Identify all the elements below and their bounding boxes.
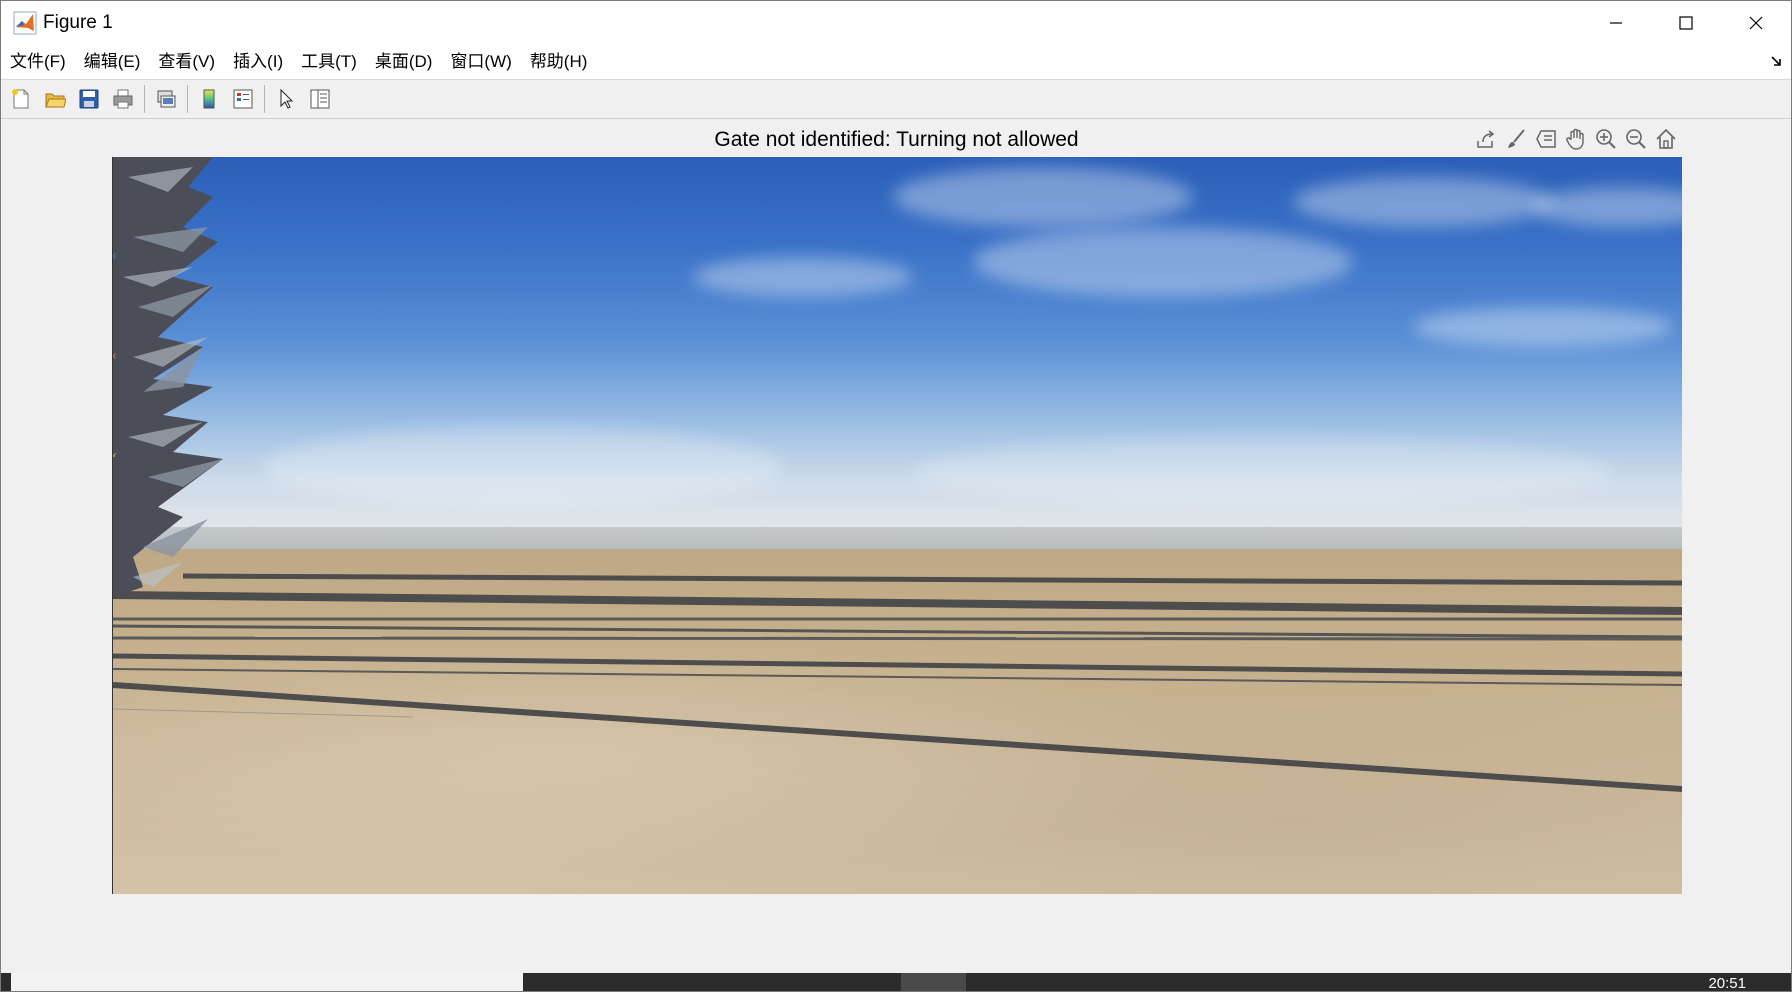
figure-window: Figure 1 文件(F) 编辑(E) 查看(V) 插入(I) 工具(T) 桌… bbox=[0, 0, 1792, 992]
data-tips-button[interactable] bbox=[1531, 124, 1561, 154]
svg-text:×: × bbox=[112, 451, 117, 457]
insert-legend-button[interactable] bbox=[228, 84, 258, 114]
close-icon bbox=[1749, 16, 1763, 30]
edit-plot-icon bbox=[280, 88, 294, 109]
print-icon bbox=[113, 89, 133, 109]
data-tips-icon bbox=[1536, 130, 1556, 148]
matlab-logo-icon bbox=[13, 11, 37, 35]
toolbar-separator bbox=[187, 85, 188, 113]
export-icon bbox=[1477, 130, 1495, 148]
insert-colorbar-icon bbox=[203, 89, 215, 109]
brush-icon bbox=[1508, 129, 1525, 148]
svg-text:×: × bbox=[112, 351, 117, 362]
tree bbox=[113, 157, 223, 597]
property-inspector-icon bbox=[310, 89, 330, 109]
save-button[interactable] bbox=[74, 84, 104, 114]
svg-text:×: × bbox=[112, 251, 117, 262]
taskbar-search-box[interactable] bbox=[11, 973, 523, 991]
axis-markers: × × × bbox=[112, 251, 117, 457]
save-icon bbox=[79, 89, 99, 109]
menu-edit[interactable]: 编辑(E) bbox=[75, 45, 150, 79]
dock-figure-icon[interactable] bbox=[1769, 54, 1783, 68]
figure-canvas: Gate not identified: Turning not allowed bbox=[1, 119, 1791, 973]
insert-legend-icon bbox=[233, 89, 253, 109]
home-button[interactable] bbox=[1651, 124, 1681, 154]
menu-insert[interactable]: 插入(I) bbox=[224, 45, 292, 79]
scene-view[interactable]: × × × bbox=[112, 157, 1682, 894]
pan-button[interactable] bbox=[1561, 124, 1591, 154]
axes-toolbar bbox=[1471, 123, 1681, 155]
sky bbox=[113, 157, 1682, 527]
runway-lines bbox=[113, 573, 1682, 792]
window-title: Figure 1 bbox=[43, 12, 113, 33]
new-figure-button[interactable] bbox=[6, 84, 36, 114]
menu-bar: 文件(F) 编辑(E) 查看(V) 插入(I) 工具(T) 桌面(D) 窗口(W… bbox=[1, 45, 1791, 80]
toolbar-separator bbox=[144, 85, 145, 113]
insert-colorbar-button[interactable] bbox=[194, 84, 224, 114]
menu-window[interactable]: 窗口(W) bbox=[441, 45, 520, 79]
brush-button[interactable] bbox=[1501, 124, 1531, 154]
os-taskbar: 20:51 bbox=[1, 973, 1791, 991]
plot-title: Gate not identified: Turning not allowed bbox=[714, 128, 1079, 151]
toolbar-separator bbox=[264, 85, 265, 113]
figure-toolbar bbox=[1, 80, 1791, 119]
zoom-out-button[interactable] bbox=[1621, 124, 1651, 154]
export-button[interactable] bbox=[1471, 124, 1501, 154]
link-plot-button[interactable] bbox=[151, 84, 181, 114]
property-inspector-button[interactable] bbox=[305, 84, 335, 114]
ground-terrain bbox=[113, 549, 1682, 894]
new-figure-icon bbox=[12, 89, 29, 109]
open-file-icon bbox=[45, 93, 66, 108]
maximize-icon bbox=[1679, 16, 1693, 30]
menu-tools[interactable]: 工具(T) bbox=[292, 45, 366, 79]
open-file-button[interactable] bbox=[40, 84, 70, 114]
maximize-button[interactable] bbox=[1651, 1, 1721, 45]
minimize-button[interactable] bbox=[1581, 1, 1651, 45]
minimize-icon bbox=[1610, 22, 1622, 24]
print-button[interactable] bbox=[108, 84, 138, 114]
taskbar-active-app[interactable] bbox=[901, 973, 966, 991]
title-bar: Figure 1 bbox=[1, 1, 1791, 45]
zoom-in-button[interactable] bbox=[1591, 124, 1621, 154]
home-icon bbox=[1656, 128, 1676, 149]
zoom-in-icon bbox=[1596, 129, 1616, 149]
zoom-out-icon bbox=[1626, 129, 1646, 149]
menu-desktop[interactable]: 桌面(D) bbox=[366, 45, 442, 79]
menu-view[interactable]: 查看(V) bbox=[149, 45, 224, 79]
menu-help[interactable]: 帮助(H) bbox=[521, 45, 597, 79]
close-button[interactable] bbox=[1721, 1, 1791, 45]
pan-icon bbox=[1566, 128, 1584, 150]
horizon-haze bbox=[113, 527, 1682, 549]
edit-plot-button[interactable] bbox=[271, 84, 301, 114]
taskbar-clock: 20:51 bbox=[1708, 975, 1746, 992]
link-plot-icon bbox=[157, 90, 176, 108]
menu-file[interactable]: 文件(F) bbox=[1, 45, 75, 79]
